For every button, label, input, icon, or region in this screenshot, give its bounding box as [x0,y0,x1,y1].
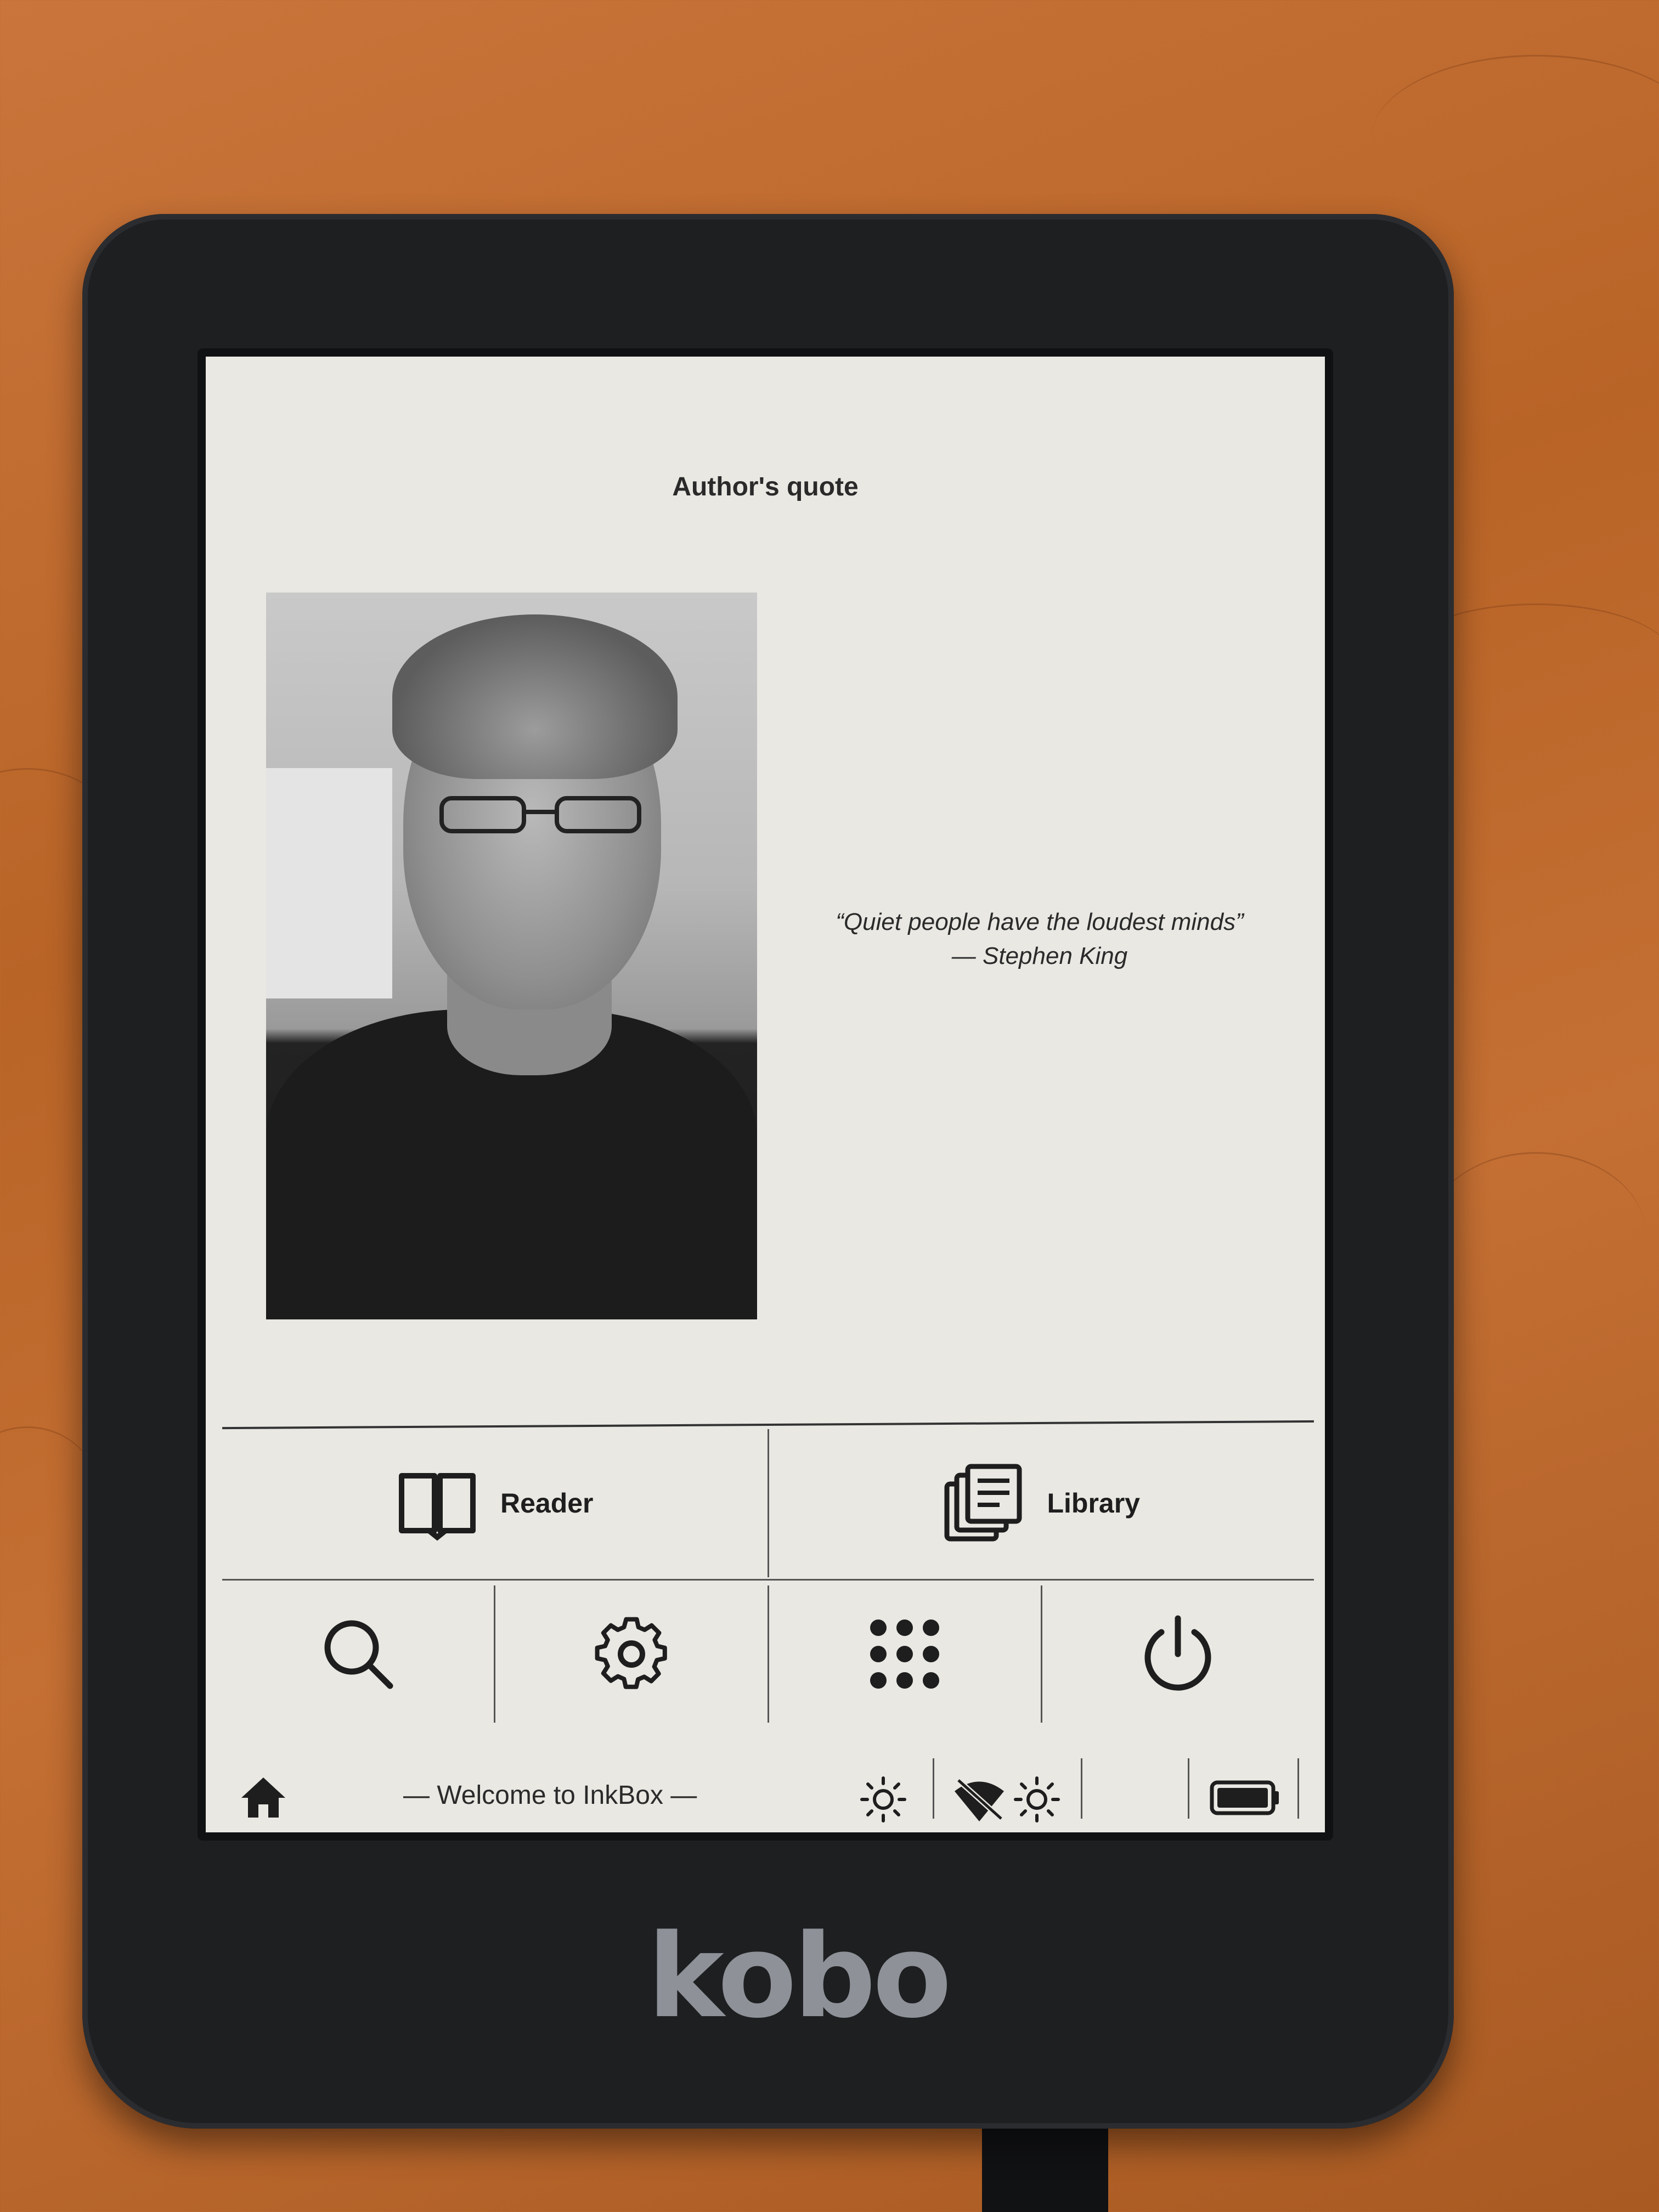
status-separator [1297,1758,1299,1819]
library-button[interactable]: Library [769,1429,1314,1577]
quote-text: “Quiet people have the loudest minds” [836,909,1244,935]
power-button[interactable] [1042,1585,1314,1723]
status-separator [1081,1758,1082,1819]
status-separator [1188,1758,1189,1819]
welcome-message: — Welcome to InkBox — [403,1781,697,1810]
search-button[interactable] [222,1585,496,1723]
settings-button[interactable] [495,1585,769,1723]
brand-logo: kobo [647,1909,952,2044]
reader-label: Reader [500,1488,594,1519]
settings-icon [595,1617,667,1689]
divider [222,1420,1314,1430]
status-bar: — Welcome to InkBox — [206,1758,1325,1824]
book-open-icon [398,1473,476,1541]
author-quote: “Quiet people have the loudest minds” — … [765,905,1314,973]
library-label: Library [1047,1488,1140,1519]
library-icon [944,1464,1022,1542]
search-icon [324,1620,393,1689]
author-portrait [266,592,757,1319]
home-icon[interactable] [239,1775,288,1819]
reader-button[interactable]: Reader [222,1429,769,1577]
apps-grid-icon [870,1620,940,1689]
status-separator [933,1758,934,1819]
battery-icon [1210,1780,1279,1815]
apps-button[interactable] [769,1585,1042,1723]
power-icon [1144,1615,1211,1691]
brightness-icon[interactable] [859,1775,908,1824]
wood-grain [1426,1152,1646,1318]
warmth-icon[interactable] [1012,1775,1062,1824]
main-menu-row: Reader Library [222,1429,1314,1577]
page-title: Author's quote [672,472,859,501]
eink-screen: Author's quote “Quiet people have the lo… [206,357,1325,1832]
quick-actions-row [222,1585,1314,1723]
quote-author: — Stephen King [951,943,1128,969]
wifi-off-icon[interactable] [952,1775,1007,1824]
wood-grain [1372,55,1659,221]
usb-cable [982,2118,1108,2212]
divider [222,1579,1314,1581]
